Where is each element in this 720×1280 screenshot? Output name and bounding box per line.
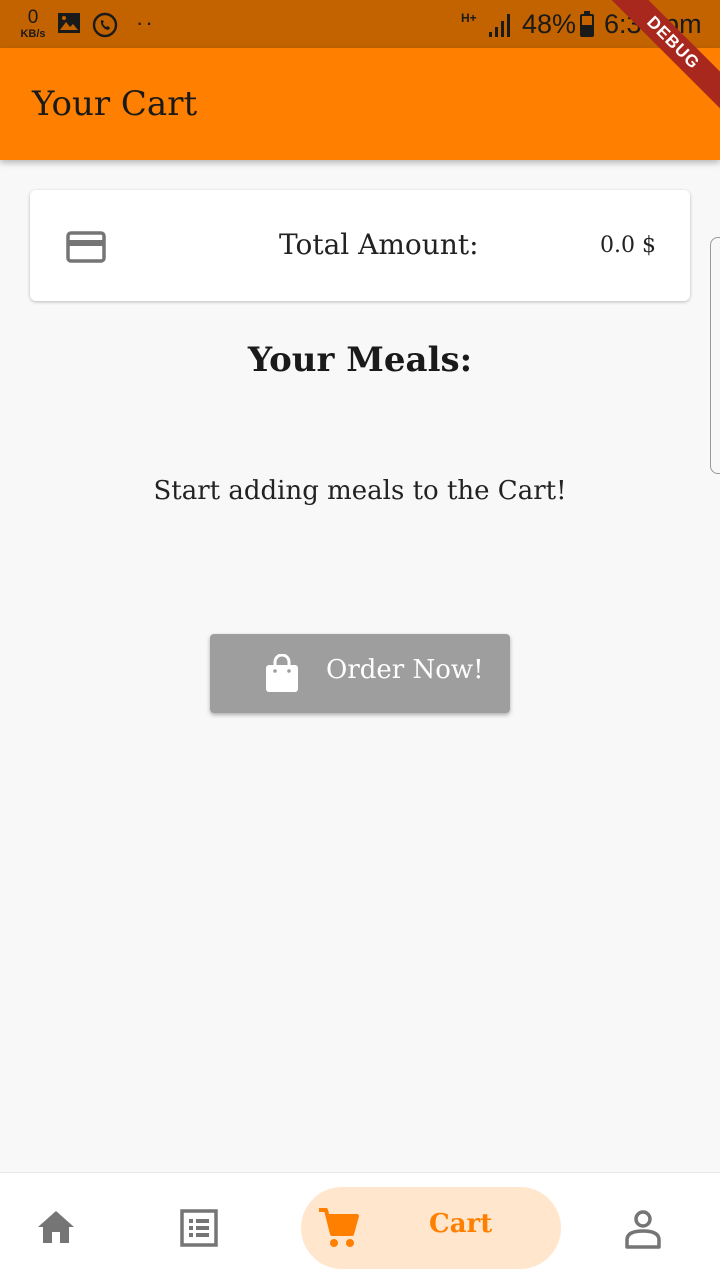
status-bar: 0 KB/s ·· H+ 48% 6:30 pm xyxy=(0,0,720,48)
network-speed-value: 0 xyxy=(27,7,39,28)
shopping-bag-icon xyxy=(265,653,299,695)
menu-list-icon[interactable] xyxy=(180,1209,218,1251)
battery-icon xyxy=(579,11,595,42)
total-amount-label: Total Amount: xyxy=(279,228,479,261)
more-notifications-icon: ·· xyxy=(136,10,155,35)
meals-heading: Your Meals: xyxy=(247,340,473,380)
total-amount-value: 0.0 $ xyxy=(600,233,656,258)
network-speed: 0 KB/s xyxy=(18,8,48,40)
empty-cart-message: Start adding meals to the Cart! xyxy=(153,476,567,506)
total-amount-card: Total Amount: 0.0 $ xyxy=(30,190,690,301)
bottom-navigation: Cart xyxy=(0,1172,720,1280)
network-type: H+ xyxy=(461,11,477,25)
nav-item-cart[interactable]: Cart xyxy=(301,1187,561,1269)
whatsapp-icon xyxy=(92,12,118,42)
page-title: Your Cart xyxy=(32,84,198,124)
nav-item-cart-label: Cart xyxy=(429,1209,493,1239)
network-speed-unit: KB/s xyxy=(20,28,46,40)
home-icon[interactable] xyxy=(36,1209,76,1249)
profile-icon[interactable] xyxy=(624,1209,662,1253)
gallery-icon xyxy=(57,12,81,38)
order-now-label: Order Now! xyxy=(326,655,484,685)
signal-icon xyxy=(488,12,514,42)
order-now-button[interactable]: Order Now! xyxy=(210,634,510,713)
credit-card-icon xyxy=(66,231,106,267)
app-bar: Your Cart xyxy=(0,48,720,160)
cart-icon xyxy=(317,1206,359,1254)
battery-percent: 48% xyxy=(522,9,577,39)
